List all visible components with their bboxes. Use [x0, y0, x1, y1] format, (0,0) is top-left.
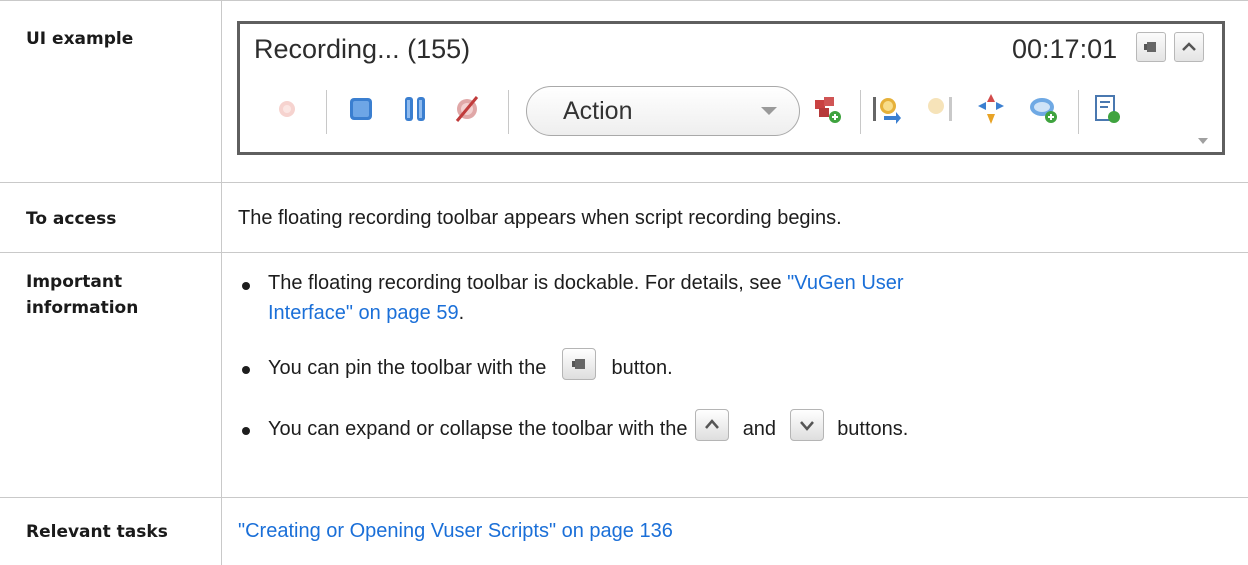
- row-label-line: information: [26, 298, 139, 318]
- pin-icon: [571, 359, 585, 369]
- bullet-text: buttons.: [837, 418, 909, 440]
- overflow-chevron-icon[interactable]: [1196, 136, 1210, 146]
- toolbar-separator: [860, 90, 861, 134]
- collapse-button-illustration: [789, 409, 824, 441]
- action-dropdown[interactable]: Action: [526, 86, 800, 136]
- collapse-button[interactable]: [1174, 32, 1204, 62]
- row-label-ui-example: UI example: [26, 29, 134, 49]
- insert-step-icon[interactable]: [1090, 92, 1124, 126]
- pause-icon[interactable]: [398, 92, 432, 126]
- add-action-icon[interactable]: [810, 92, 844, 126]
- grid-top: [0, 0, 1248, 1]
- to-access-text: The floating recording toolbar appears w…: [238, 207, 842, 229]
- important-bullets: The floating recording toolbar is dockab…: [238, 268, 1228, 446]
- vugen-user-interface-link[interactable]: Interface" on page 59: [268, 302, 459, 324]
- expand-button-illustration: [695, 409, 730, 441]
- grid-divider-vertical: [221, 0, 222, 565]
- bullet-text: The floating recording toolbar is dockab…: [268, 272, 788, 294]
- bullet-dot: [242, 282, 250, 290]
- bullet-item: The floating recording toolbar is dockab…: [238, 268, 1228, 328]
- pin-button[interactable]: [1136, 32, 1166, 62]
- bullet-item: You can expand or collapse the toolbar w…: [238, 409, 1228, 446]
- bullet-item: You can pin the toolbar with the button.: [238, 348, 1228, 385]
- row-label-to-access: To access: [26, 209, 117, 229]
- chevron-down-icon: [761, 107, 777, 115]
- grid-row1-bottom: [0, 182, 1248, 183]
- toolbar-separator: [326, 90, 327, 134]
- toolbar-separator: [508, 90, 509, 134]
- bullet-text: You can pin the toolbar with the: [268, 357, 547, 379]
- record-icon[interactable]: [270, 92, 304, 126]
- grid-row2-bottom: [0, 252, 1248, 253]
- action-dropdown-label: Action: [563, 97, 633, 125]
- comment-icon[interactable]: [1026, 92, 1060, 126]
- row-label-line: Important: [26, 272, 123, 292]
- pin-icon: [1144, 42, 1156, 52]
- row-label-important-information: Important information: [26, 271, 138, 319]
- bullet-text: button.: [611, 357, 673, 379]
- toolbar-separator: [1078, 90, 1079, 134]
- bullet-text: and: [742, 418, 777, 440]
- start-transaction-icon[interactable]: [870, 92, 904, 126]
- cancel-recording-icon[interactable]: [450, 92, 484, 126]
- toolbar-title: Recording... (155): [254, 34, 471, 64]
- chevron-up-icon: [705, 419, 720, 429]
- relevant-tasks-cell: "Creating or Opening Vuser Scripts" on p…: [238, 518, 673, 544]
- chevron-down-icon: [799, 421, 814, 431]
- bullet-text: .: [458, 302, 465, 324]
- collapse-icon: [1182, 42, 1196, 51]
- end-transaction-icon[interactable]: [922, 92, 956, 126]
- pin-button-illustration: [561, 348, 596, 380]
- creating-vuser-scripts-link[interactable]: "Creating or Opening Vuser Scripts" on p…: [238, 520, 673, 542]
- stop-icon[interactable]: [344, 92, 378, 126]
- bullet-text: You can expand or collapse the toolbar w…: [268, 418, 688, 440]
- rendezvous-icon[interactable]: [974, 92, 1008, 126]
- toolbar-elapsed-time: 00:17:01: [1012, 34, 1118, 64]
- row-label-relevant-tasks: Relevant tasks: [26, 522, 168, 542]
- grid-row3-bottom: [0, 497, 1248, 498]
- vugen-user-interface-link[interactable]: "VuGen User: [787, 272, 903, 294]
- bullet-dot: [242, 366, 250, 374]
- bullet-dot: [242, 427, 250, 435]
- recording-toolbar: Recording... (155) 00:17:01 Action: [237, 21, 1225, 155]
